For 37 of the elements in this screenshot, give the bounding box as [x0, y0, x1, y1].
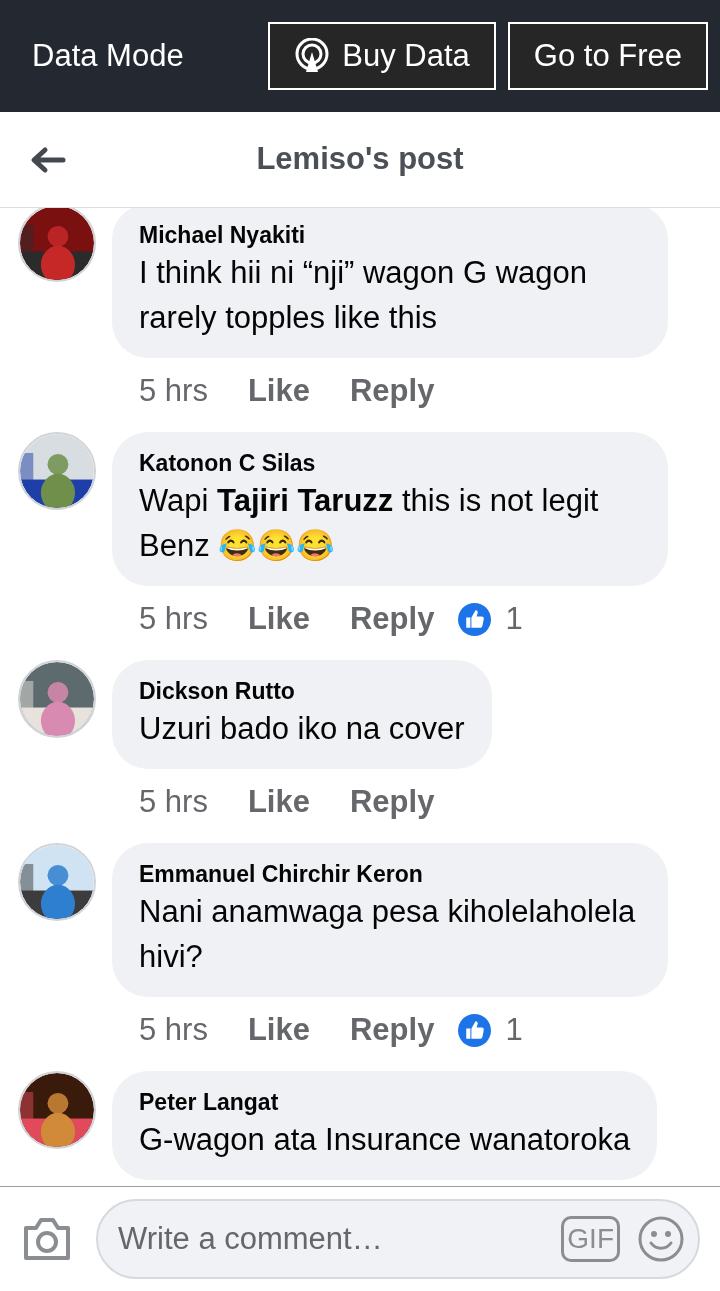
comment-input-text[interactable]: Write a comment…	[118, 1215, 562, 1263]
like-count: 1	[505, 599, 523, 638]
comment-input[interactable]: Write a comment… GIF	[96, 1199, 700, 1279]
comment-text: Wapi Tajiri Taruzz this is not legit Benz 😂😂😂	[139, 482, 600, 565]
comment-time: 5 hrs	[139, 1010, 208, 1049]
thumbs-up-icon	[458, 602, 492, 636]
antenna-icon	[294, 38, 331, 74]
comment-text: G-wagon ata Insurance wanatoroka	[139, 1121, 631, 1159]
comment-text: I think hii ni “nji” wagon G wagon rarely topples like this	[139, 254, 588, 337]
like-link[interactable]: Like	[247, 1006, 310, 1054]
go-free-button[interactable]: Go to Free	[507, 22, 708, 90]
reply-link[interactable]: Reply	[349, 778, 435, 826]
mode-label: Data Mode	[32, 36, 185, 75]
like-link[interactable]: Like	[247, 367, 310, 415]
reply-link[interactable]: Reply	[349, 367, 435, 415]
reply-link[interactable]: Reply	[349, 1006, 435, 1054]
comment-text: Nani anamwaga pesa kiholelaholela hivi?	[139, 893, 637, 976]
post-title: Lemiso's post	[256, 140, 464, 179]
gif-button[interactable]: GIF	[561, 1216, 620, 1262]
like-link[interactable]: Like	[247, 778, 310, 826]
like-link[interactable]: Like	[247, 595, 310, 643]
like-count: 1	[505, 1010, 523, 1049]
comment-author[interactable]: Emmanuel Chirchir Keron	[139, 859, 641, 889]
comment-text: Uzuri bado iko na cover	[139, 710, 465, 748]
buy-data-button[interactable]: Buy Data	[268, 22, 496, 90]
back-arrow-icon[interactable]	[30, 145, 66, 174]
smiley-icon[interactable]	[638, 1216, 684, 1262]
thumbs-up-icon	[458, 1013, 492, 1047]
comment-time: 5 hrs	[139, 371, 208, 410]
comment-author[interactable]: Dickson Rutto	[139, 676, 465, 706]
camera-icon[interactable]	[22, 1216, 72, 1262]
comment-author[interactable]: Peter Langat	[139, 1087, 631, 1117]
comment-author[interactable]: Katonon C Silas	[139, 448, 641, 478]
comment-time: 5 hrs	[139, 782, 208, 821]
reply-link[interactable]: Reply	[349, 595, 435, 643]
comment-time: 5 hrs	[139, 599, 208, 638]
comment-author[interactable]: Michael Nyakiti	[139, 220, 641, 250]
